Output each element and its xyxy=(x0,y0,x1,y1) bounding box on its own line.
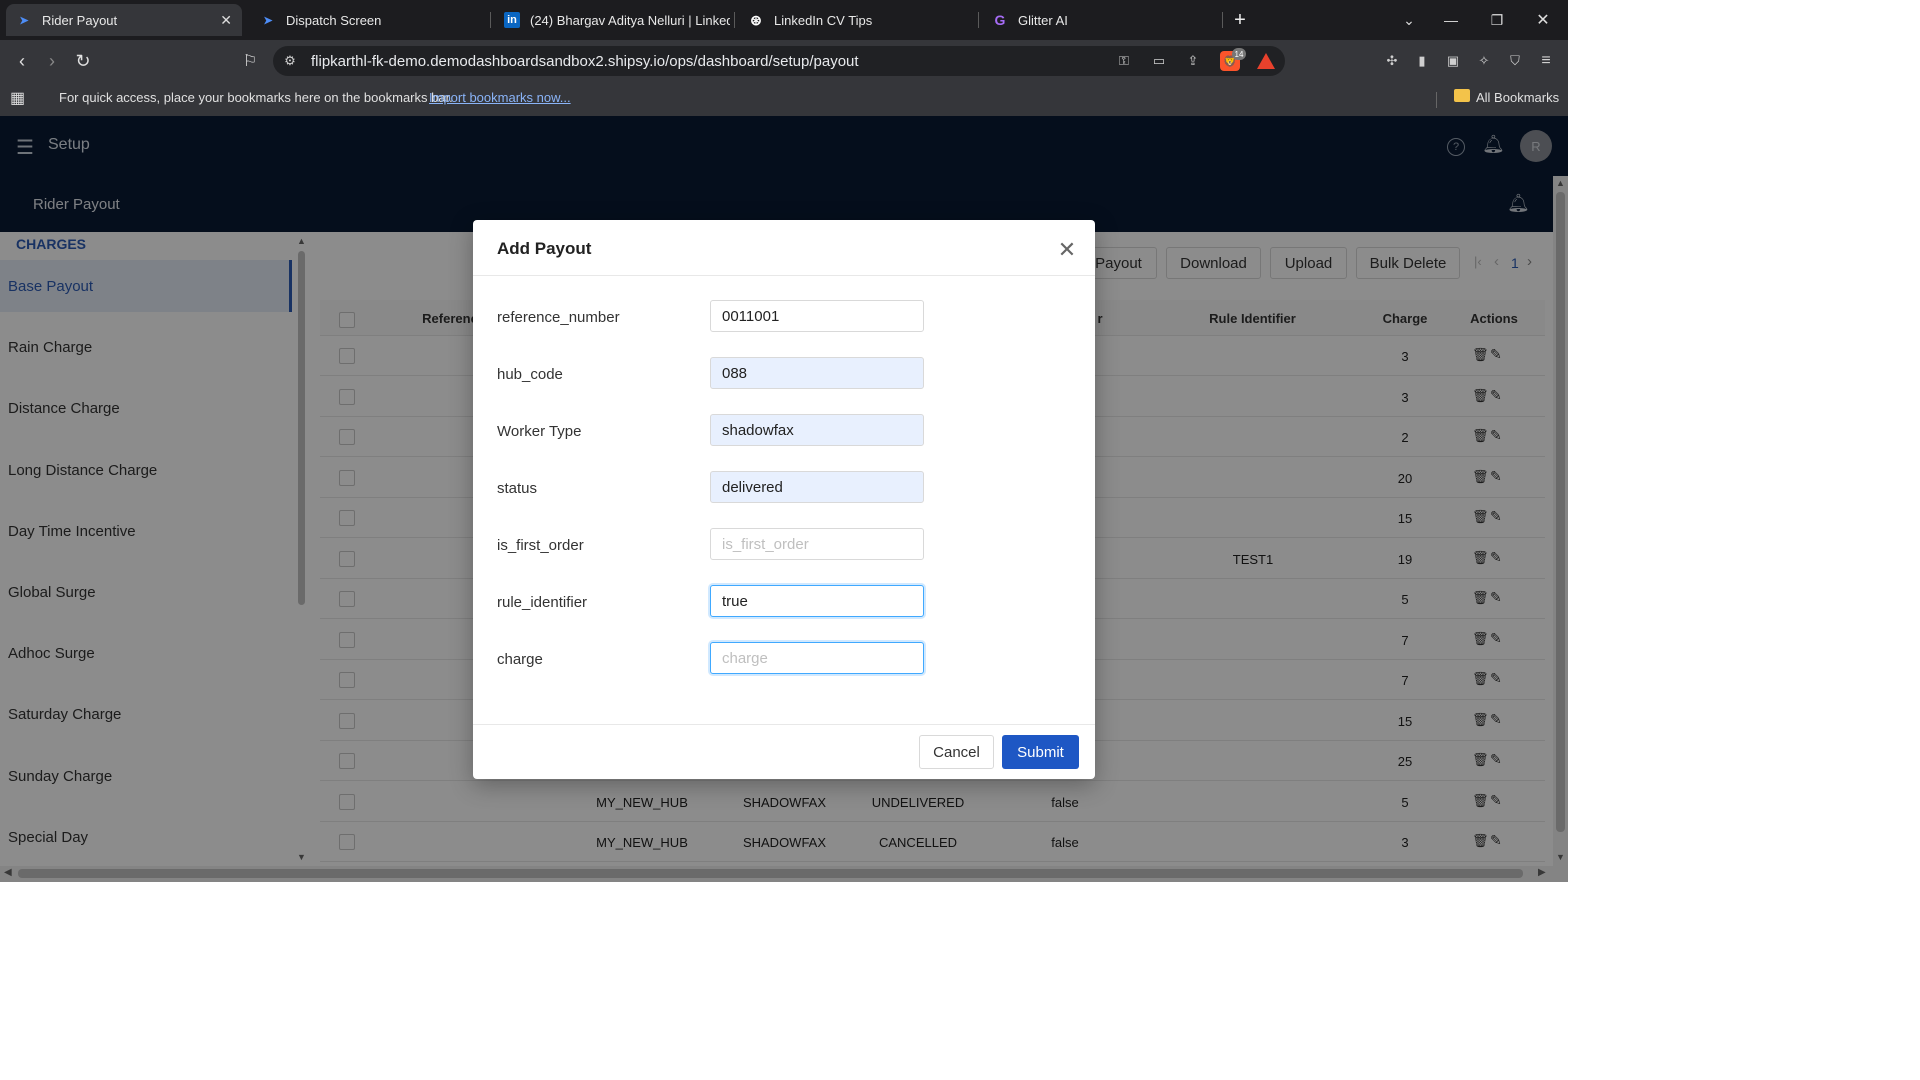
reload-icon[interactable]: ↻ xyxy=(70,48,96,74)
worker-type-label: Worker Type xyxy=(497,423,582,440)
vpn-icon[interactable]: ⛉ xyxy=(1506,53,1524,69)
tab-title: (24) Bhargav Aditya Nelluri | LinkedI xyxy=(530,12,730,28)
add-payout-modal: Add Payout ✕ reference_number hub_code W… xyxy=(473,220,1095,779)
worker-type-input[interactable] xyxy=(710,414,924,446)
site-settings-icon[interactable]: ⚙ xyxy=(281,53,299,69)
brave-rewards-icon[interactable] xyxy=(1257,53,1275,69)
close-tab-icon[interactable]: ✕ xyxy=(220,12,232,29)
address-bar[interactable]: flipkarthl-fk-demo.demodashboardsandbox2… xyxy=(273,46,1285,76)
linkedin-icon: in xyxy=(504,12,520,28)
apps-grid-icon[interactable]: ▦ xyxy=(10,88,25,108)
tab-glitter-ai[interactable]: G Glitter AI xyxy=(982,4,1218,36)
hub-code-label: hub_code xyxy=(497,366,563,383)
shipsy-logo-icon: ➤ xyxy=(263,14,273,27)
rule-identifier-input[interactable] xyxy=(710,585,924,617)
bookmarks-divider xyxy=(1436,92,1437,108)
all-bookmarks-button[interactable]: All Bookmarks xyxy=(1476,90,1559,105)
shields-count-badge: 14 xyxy=(1232,48,1246,60)
is-first-order-label: is_first_order xyxy=(497,537,584,554)
modal-title: Add Payout xyxy=(497,239,592,258)
tab-separator xyxy=(490,12,491,28)
window-close-icon[interactable]: ✕ xyxy=(1520,0,1566,40)
tab-dispatch-screen[interactable]: ➤ Dispatch Screen xyxy=(250,4,486,36)
bookmark-icon[interactable]: ⚐ xyxy=(237,48,263,74)
openai-icon: ⊛ xyxy=(750,11,762,28)
status-input[interactable] xyxy=(710,471,924,503)
restore-icon[interactable]: ❐ xyxy=(1474,0,1520,40)
url-text[interactable]: flipkarthl-fk-demo.demodashboardsandbox2… xyxy=(311,53,859,70)
menu-icon[interactable]: ≡ xyxy=(1537,52,1555,69)
tab-rider-payout[interactable]: ➤ Rider Payout ✕ xyxy=(6,4,242,36)
submit-button[interactable]: Submit xyxy=(1002,735,1079,769)
charge-input[interactable] xyxy=(710,642,924,674)
folder-icon xyxy=(1454,89,1470,102)
install-app-icon[interactable]: ▭ xyxy=(1150,53,1168,69)
import-bookmarks-link[interactable]: Import bookmarks now... xyxy=(429,90,571,105)
tab-title: Rider Payout xyxy=(42,12,118,28)
minimize-icon[interactable]: — xyxy=(1428,0,1474,40)
tab-title: LinkedIn CV Tips xyxy=(774,12,873,28)
glitter-logo-icon: G xyxy=(994,12,1006,28)
sidebar-toggle-icon[interactable]: ▮ xyxy=(1413,53,1431,69)
reference-number-label: reference_number xyxy=(497,309,620,326)
modal-header-divider xyxy=(473,275,1095,276)
status-label: status xyxy=(497,480,538,497)
shipsy-logo-icon: ➤ xyxy=(19,14,29,27)
back-icon[interactable]: ‹ xyxy=(9,48,35,74)
bookmarks-message: For quick access, place your bookmarks h… xyxy=(59,90,453,105)
modal-footer-divider xyxy=(473,724,1095,725)
charge-label: charge xyxy=(497,651,543,668)
tab-linkedin-cv-tips[interactable]: ⊛ LinkedIn CV Tips xyxy=(738,4,974,36)
password-key-icon[interactable]: ⚿ xyxy=(1115,53,1133,69)
tab-title: Glitter AI xyxy=(1018,12,1068,28)
tab-search-chevron-icon[interactable]: ⌄ xyxy=(1386,0,1432,40)
modal-close-icon[interactable]: ✕ xyxy=(1053,236,1081,264)
share-icon[interactable]: ⇪ xyxy=(1184,53,1202,69)
forward-icon[interactable]: › xyxy=(39,48,65,74)
new-tab-icon[interactable]: + xyxy=(1217,0,1263,40)
hub-code-input[interactable] xyxy=(710,357,924,389)
is-first-order-input[interactable] xyxy=(710,528,924,560)
cancel-button[interactable]: Cancel xyxy=(919,735,994,769)
tab-separator xyxy=(734,12,735,28)
tab-title: Dispatch Screen xyxy=(286,12,382,28)
rule-identifier-label: rule_identifier xyxy=(497,594,588,611)
tab-separator xyxy=(978,12,979,28)
extensions-icon[interactable]: ✣ xyxy=(1383,53,1401,69)
reference-number-input[interactable] xyxy=(710,300,924,332)
wallet-icon[interactable]: ▣ xyxy=(1444,53,1462,69)
tab-linkedin-profile[interactable]: in (24) Bhargav Aditya Nelluri | LinkedI xyxy=(494,4,730,36)
leo-ai-icon[interactable]: ✧ xyxy=(1475,53,1493,69)
